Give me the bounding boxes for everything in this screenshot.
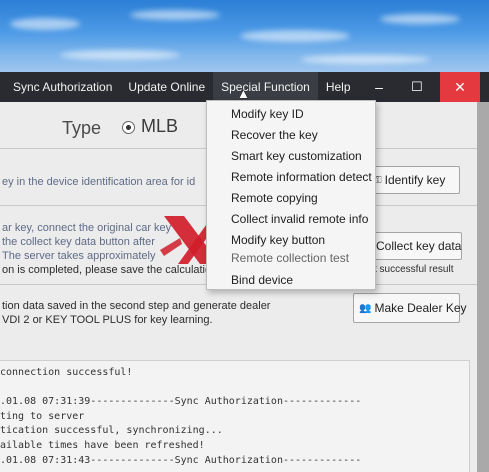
collect-key-data-button[interactable]: Collect key data <box>370 232 462 260</box>
special-function-menu: Modify key ID Recover the key Smart key … <box>206 100 376 290</box>
radio-mlb-label: MLB <box>141 116 179 136</box>
menu-item-recover-key[interactable]: Recover the key <box>231 128 318 142</box>
menu-item-collect-invalid-remote-info[interactable]: Collect invalid remote info <box>231 212 368 226</box>
menu-item-smart-key-customization[interactable]: Smart key customization <box>231 149 362 163</box>
menu-item-bind-device[interactable]: Bind device <box>231 273 293 287</box>
mouse-cursor-icon: ▲ <box>237 86 250 101</box>
minimize-icon: – <box>375 79 383 95</box>
identify-key-button[interactable]: ⚿ Identify key <box>368 166 460 194</box>
collect-status: t successful result <box>374 264 454 275</box>
log-line: ailable times have been refreshed! <box>0 439 205 451</box>
step2-line-1: ar key, connect the original car key <box>2 222 172 234</box>
minimize-button[interactable]: – <box>362 72 396 102</box>
menu-sync-authorization[interactable]: Sync Authorization <box>0 72 120 102</box>
make-dealer-key-button[interactable]: 👥 Make Dealer Key <box>353 293 467 323</box>
log-line: .01.08 07:31:43--------------Sync Author… <box>0 454 362 466</box>
menu-item-modify-key-id[interactable]: Modify key ID <box>231 107 304 121</box>
menu-item-remote-copying[interactable]: Remote copying <box>231 191 318 205</box>
maximize-icon: ☐ <box>411 79 423 94</box>
menu-item-modify-key-button[interactable]: Modify key button <box>231 233 325 247</box>
log-line: ting to server <box>0 410 85 422</box>
log-output: connection successful! .01.08 07:31:39--… <box>0 360 470 472</box>
step1-text: ey in the device identification area for… <box>2 176 196 188</box>
log-line: connection successful! <box>0 367 133 378</box>
right-edge <box>477 102 489 472</box>
step2-line-3: The server takes approximately <box>2 250 156 262</box>
log-line: .01.08 07:31:39--------------Sync Author… <box>0 396 362 408</box>
desktop-wallpaper <box>0 0 489 72</box>
step3-line-2: VDI 2 or KEY TOOL PLUS for key learning. <box>2 314 213 326</box>
menu-item-remote-information-detect[interactable]: Remote information detect <box>231 170 372 184</box>
menu-update-online[interactable]: Update Online <box>120 72 213 102</box>
menu-special-function[interactable]: Special Function <box>213 72 318 102</box>
maximize-button[interactable]: ☐ <box>400 72 434 102</box>
radio-mlb[interactable] <box>122 121 135 134</box>
log-line: tication successful, synchronizing... <box>0 425 223 437</box>
step2-line-2: the collect key data button after <box>2 236 155 248</box>
users-icon: 👥 <box>359 302 372 314</box>
close-button[interactable]: ✕ <box>440 72 480 102</box>
step3-line-1: tion data saved in the second step and g… <box>2 300 271 312</box>
close-icon: ✕ <box>454 78 466 95</box>
type-label: Type <box>62 118 102 138</box>
menu-item-remote-collection-test[interactable]: Remote collection test <box>231 251 349 265</box>
menu-help[interactable]: Help <box>318 72 359 102</box>
